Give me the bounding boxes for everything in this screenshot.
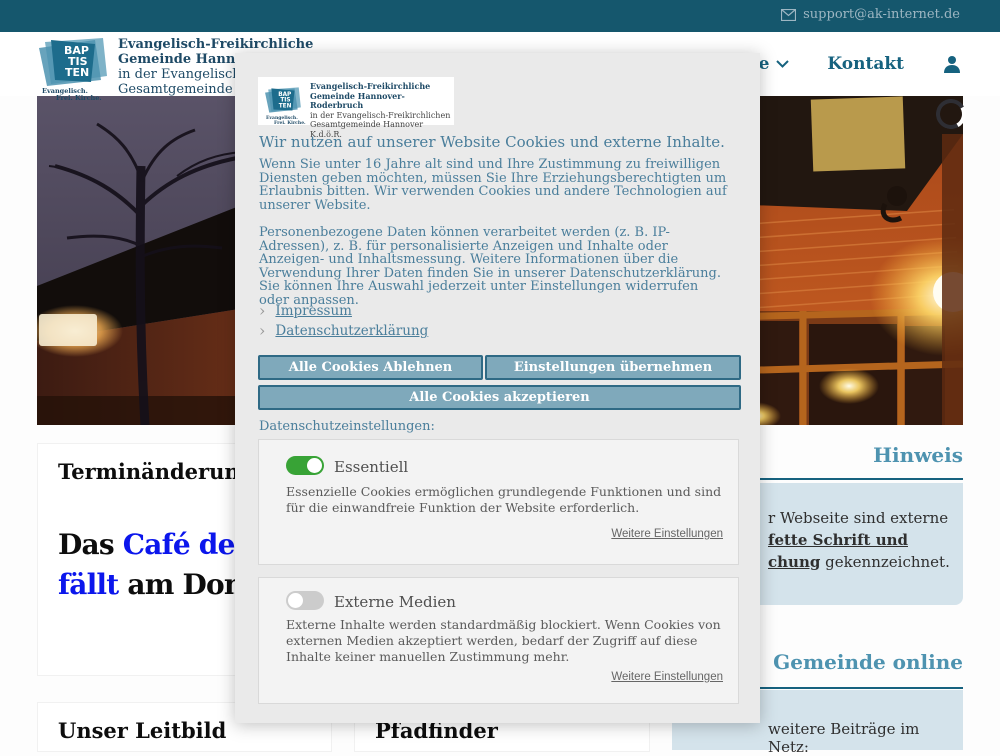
essential-more-settings-link[interactable]: Weitere Einstellungen: [611, 528, 723, 540]
hinweis-text-3: gekennzeichnet.: [820, 553, 950, 571]
cookie-consent-dialog: BAP TIS TEN Evangelisch. Frei. Kirche. E…: [235, 53, 760, 723]
svg-text:BAP: BAP: [278, 92, 291, 98]
announcement-l1-black: Das: [58, 528, 123, 561]
svg-text:TEN: TEN: [65, 66, 89, 79]
datenschutz-link[interactable]: Datenschutzerklärung: [275, 323, 428, 339]
dialog-paragraph-1: Wenn Sie unter 16 Jahre alt sind und Ihr…: [259, 158, 731, 212]
toggle-knob: [288, 593, 303, 608]
user-account-icon[interactable]: [942, 54, 962, 74]
dialog-paragraph-2: Personenbezogene Daten können verarbeite…: [259, 226, 731, 307]
dialog-logo-line-2: Gemeinde Hannover-Roderbruch: [310, 92, 454, 111]
logo-caption-2: Frei. Kirche.: [42, 95, 102, 102]
envelope-icon: [781, 9, 796, 21]
announcement-l2-blue-link[interactable]: fällt: [58, 568, 118, 601]
dialog-logo-box: BAP TIS TEN Evangelisch. Frei. Kirche. E…: [258, 77, 454, 125]
hinweis-text-1: r Webseite sind externe: [768, 509, 948, 527]
chevron-down-icon: [776, 60, 789, 68]
dialog-logo-caption-2: Frei. Kirche.: [266, 121, 306, 126]
reject-all-cookies-button[interactable]: Alle Cookies Ablehnen: [258, 355, 483, 380]
page: support@ak-internet.de BAP TIS TEN Evang…: [0, 0, 1000, 750]
chevron-right-icon: ›: [259, 305, 265, 317]
svg-text:TEN: TEN: [279, 103, 292, 109]
essential-title: Essentiell: [334, 458, 408, 476]
accept-all-cookies-button[interactable]: Alle Cookies akzeptieren: [258, 385, 741, 410]
privacy-settings-label: Datenschutzeinstellungen:: [259, 419, 435, 434]
essential-cookies-card: Essentiell Essenzielle Cookies ermöglich…: [258, 439, 739, 565]
external-media-toggle[interactable]: [286, 591, 324, 610]
support-email-link[interactable]: support@ak-internet.de: [781, 7, 960, 22]
baptisten-logo-icon: BAP TIS TEN: [37, 36, 113, 88]
site-title-line-1: Evangelisch-Freikirchliche: [118, 37, 313, 52]
essential-toggle[interactable]: [286, 456, 324, 475]
chevron-right-icon: ›: [259, 325, 265, 337]
nav-item-kontakt[interactable]: Kontakt: [827, 54, 904, 74]
hinweis-text-3-link[interactable]: chung: [768, 553, 820, 571]
external-media-description: Externe Inhalte werden standardmäßig blo…: [286, 617, 723, 665]
nav-kontakt-label: Kontakt: [827, 54, 904, 74]
external-media-title: Externe Medien: [334, 593, 456, 611]
impressum-row: › Impressum: [259, 303, 352, 319]
essential-description: Essenzielle Cookies ermöglichen grundleg…: [286, 484, 723, 516]
baptisten-logo-small-icon: BAP TIS TEN: [264, 80, 304, 120]
svg-text:TIS: TIS: [280, 98, 290, 104]
dialog-heading: Wir nutzen auf unserer Website Cookies u…: [259, 133, 735, 151]
hinweis-text-2-link[interactable]: fette Schrift und: [768, 531, 908, 549]
top-bar: support@ak-internet.de: [0, 0, 1000, 32]
apply-settings-button[interactable]: Einstellungen übernehmen: [485, 355, 741, 380]
site-logo[interactable]: BAP TIS TEN Evangelisch. Frei. Kirche.: [37, 36, 113, 94]
support-email-text: support@ak-internet.de: [803, 7, 960, 22]
impressum-link[interactable]: Impressum: [275, 303, 352, 319]
toggle-knob: [307, 458, 322, 473]
datenschutz-row: › Datenschutzerklärung: [259, 323, 428, 339]
external-media-card: Externe Medien Externe Inhalte werden st…: [258, 577, 739, 704]
external-more-settings-link[interactable]: Weitere Einstellungen: [611, 671, 723, 683]
dialog-logo-line-3: in der Evangelisch-Freikirchlichen: [310, 111, 454, 121]
gemeinde-online-text: weitere Beiträge im Netz:: [768, 720, 963, 756]
